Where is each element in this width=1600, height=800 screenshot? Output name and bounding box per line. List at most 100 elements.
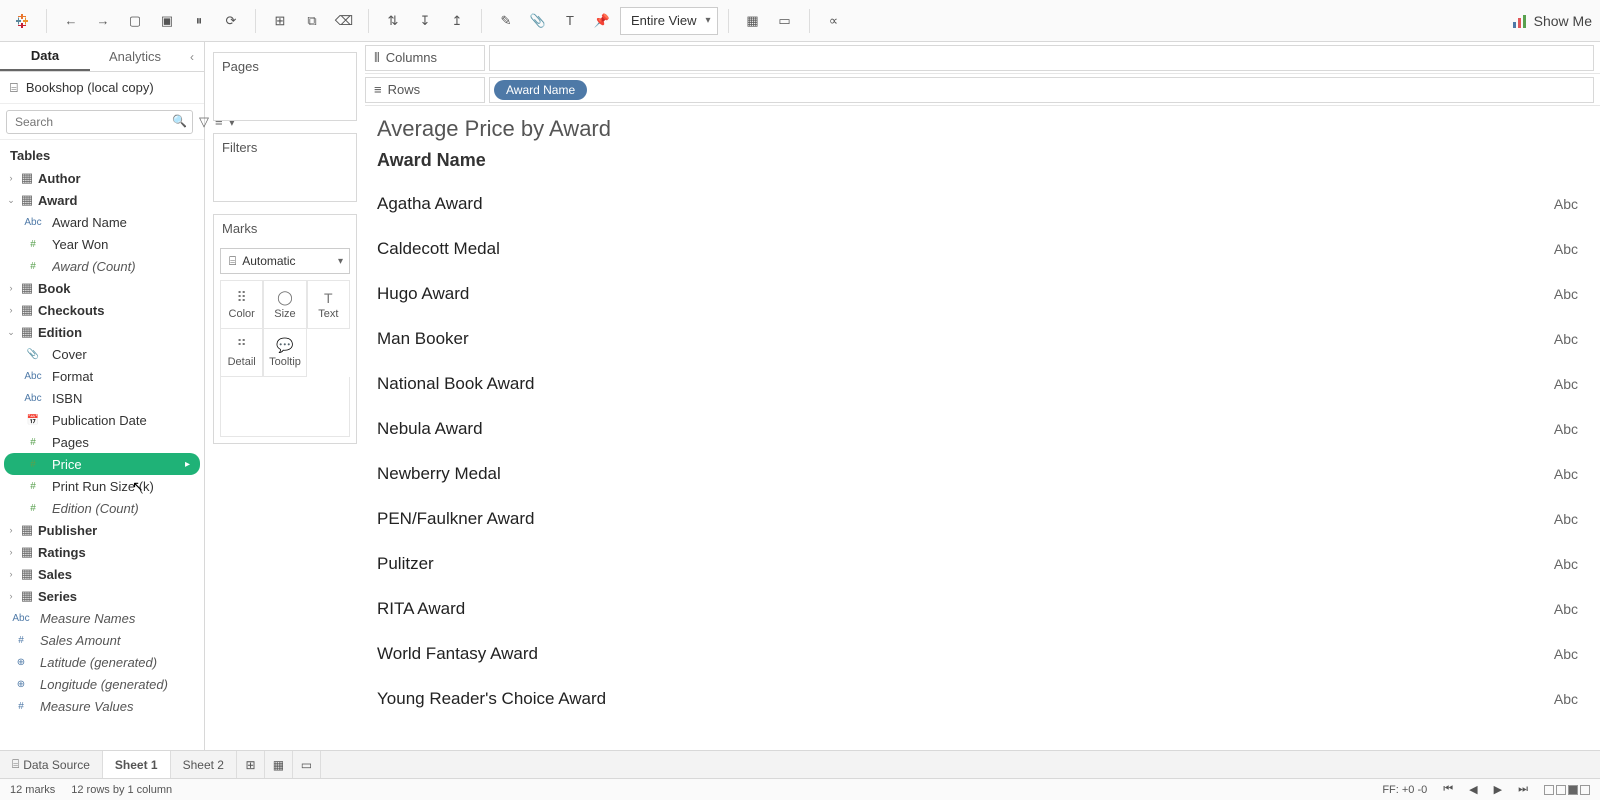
viz-row[interactable]: Nebula AwardAbc <box>377 406 1584 451</box>
refresh-button[interactable]: ⟳ <box>217 7 245 35</box>
clear-sheet-button[interactable]: ⌫ <box>330 7 358 35</box>
viz-row[interactable]: Newberry MedalAbc <box>377 451 1584 496</box>
view-mode-boxes[interactable] <box>1544 785 1590 795</box>
group-button[interactable]: 📎 <box>524 7 552 35</box>
tableau-logo[interactable] <box>8 7 36 35</box>
share-button[interactable]: ∝ <box>820 7 848 35</box>
table-publisher[interactable]: ›▦Publisher <box>0 519 204 541</box>
nav-prev-icon[interactable]: ◀ <box>1469 783 1477 796</box>
save-button[interactable]: ▢ <box>121 7 149 35</box>
back-button[interactable]: ← <box>57 7 85 35</box>
marks-detail[interactable]: ⠛Detail <box>220 329 263 377</box>
fit-mode-select[interactable]: Entire View <box>620 7 718 35</box>
table-author[interactable]: ›▦Author <box>0 167 204 189</box>
table-series[interactable]: ›▦Series <box>0 585 204 607</box>
swap-button[interactable]: ⇅ <box>379 7 407 35</box>
data-source-icon: ⌸ <box>12 757 19 772</box>
table-ratings[interactable]: ›▦Ratings <box>0 541 204 563</box>
viz-row[interactable]: PulitzerAbc <box>377 541 1584 586</box>
viz-row[interactable]: National Book AwardAbc <box>377 361 1584 406</box>
new-worksheet-tab[interactable]: ⊞ <box>237 751 265 778</box>
marks-size[interactable]: ◯Size <box>263 281 306 329</box>
marks-tooltip[interactable]: 💬Tooltip <box>263 329 306 377</box>
presentation-button[interactable]: ▭ <box>771 7 799 35</box>
status-dims: 12 rows by 1 column <box>71 784 172 796</box>
nav-first-icon[interactable]: ⏮ <box>1443 783 1453 796</box>
field-award-count-[interactable]: #Award (Count) <box>0 255 204 277</box>
pages-shelf[interactable]: Pages <box>213 52 357 121</box>
table-sales[interactable]: ›▦Sales <box>0 563 204 585</box>
viz-row[interactable]: RITA AwardAbc <box>377 586 1584 631</box>
columns-shelf[interactable] <box>489 45 1594 71</box>
pause-updates-button[interactable]: ⏸ <box>185 7 213 35</box>
viz-row[interactable]: Man BookerAbc <box>377 316 1584 361</box>
field-pages[interactable]: #Pages <box>0 431 204 453</box>
viz-row[interactable]: Agatha AwardAbc <box>377 181 1584 226</box>
sheet-tab-bar: ⌸ Data Source Sheet 1Sheet 2 ⊞ ▦ ▭ <box>0 750 1600 778</box>
search-input[interactable] <box>6 110 193 134</box>
data-source-tab[interactable]: ⌸ Data Source <box>0 751 103 778</box>
columns-icon: ⦀ <box>374 50 380 66</box>
sort-desc-button[interactable]: ↥ <box>443 7 471 35</box>
marks-color[interactable]: ⠿Color <box>220 281 263 329</box>
marks-drop-area[interactable] <box>220 377 350 437</box>
datasource-row[interactable]: ⌸ Bookshop (local copy) <box>0 72 204 104</box>
sheet-tab-2[interactable]: Sheet 2 <box>171 751 237 778</box>
table-checkouts[interactable]: ›▦Checkouts <box>0 299 204 321</box>
viz-column-header: Award Name <box>377 150 1584 171</box>
rows-shelf[interactable]: Award Name <box>489 77 1594 103</box>
shelves-column: Pages Filters Marks ⌸Automatic ⠿Color◯Si… <box>205 42 365 750</box>
pin-button[interactable]: 📌 <box>588 7 616 35</box>
field-year-won[interactable]: #Year Won <box>0 233 204 255</box>
viz-row[interactable]: PEN/Faulkner AwardAbc <box>377 496 1584 541</box>
table-award[interactable]: ⌄▦Award <box>0 189 204 211</box>
field-award-name[interactable]: AbcAward Name <box>0 211 204 233</box>
mark-type-select[interactable]: ⌸Automatic <box>220 248 350 274</box>
show-me-button[interactable]: Show Me <box>1512 13 1592 29</box>
viz-title[interactable]: Average Price by Award <box>377 116 1584 142</box>
marks-text[interactable]: TText <box>307 281 350 329</box>
field-longitude-generated-[interactable]: ⊕Longitude (generated) <box>0 673 204 695</box>
field-sales-amount[interactable]: #Sales Amount <box>0 629 204 651</box>
new-data-source-button[interactable]: ▣ <box>153 7 181 35</box>
sheet-tab-1[interactable]: Sheet 1 <box>103 751 171 778</box>
field-measure-names[interactable]: AbcMeasure Names <box>0 607 204 629</box>
new-story-tab[interactable]: ▭ <box>293 751 321 778</box>
datasource-icon: ⌸ <box>10 80 18 96</box>
sort-asc-button[interactable]: ↧ <box>411 7 439 35</box>
field-format[interactable]: AbcFormat <box>0 365 204 387</box>
viz-row[interactable]: World Fantasy AwardAbc <box>377 631 1584 676</box>
toolbar: ← → ▢ ▣ ⏸ ⟳ ⊞ ⧉ ⌫ ⇅ ↧ ↥ ✎ 📎 T 📌 Entire V… <box>0 0 1600 42</box>
viz-row[interactable]: Hugo AwardAbc <box>377 271 1584 316</box>
forward-button[interactable]: → <box>89 7 117 35</box>
tab-analytics[interactable]: Analytics <box>90 42 180 71</box>
text-button[interactable]: T <box>556 7 584 35</box>
marks-card: Marks ⌸Automatic ⠿Color◯SizeTText⠛Detail… <box>213 214 357 444</box>
field-edition-count-[interactable]: #Edition (Count) <box>0 497 204 519</box>
nav-next-icon[interactable]: ▶ <box>1494 783 1502 796</box>
nav-last-icon[interactable]: ⏭ <box>1518 783 1528 796</box>
new-worksheet-button[interactable]: ⊞ <box>266 7 294 35</box>
table-book[interactable]: ›▦Book <box>0 277 204 299</box>
new-dashboard-tab[interactable]: ▦ <box>265 751 293 778</box>
filters-shelf[interactable]: Filters <box>213 133 357 202</box>
highlight-button[interactable]: ✎ <box>492 7 520 35</box>
tables-heading: Tables <box>0 140 204 167</box>
duplicate-button[interactable]: ⧉ <box>298 7 326 35</box>
viz-row[interactable]: Young Reader's Choice AwardAbc <box>377 676 1584 721</box>
rows-pill-award-name[interactable]: Award Name <box>494 80 587 100</box>
tab-data[interactable]: Data <box>0 42 90 71</box>
field-price[interactable]: #Price <box>4 453 200 475</box>
table-edition[interactable]: ⌄▦Edition <box>0 321 204 343</box>
field-latitude-generated-[interactable]: ⊕Latitude (generated) <box>0 651 204 673</box>
field-print-run-size-k-[interactable]: #Print Run Size (k) <box>0 475 204 497</box>
columns-shelf-label: ⦀ Columns <box>365 45 485 71</box>
field-cover[interactable]: 📎Cover <box>0 343 204 365</box>
collapse-data-pane[interactable]: ‹ <box>180 42 204 71</box>
rows-icon: ≡ <box>374 82 382 97</box>
show-cards-button[interactable]: ▦ <box>739 7 767 35</box>
field-isbn[interactable]: AbcISBN <box>0 387 204 409</box>
field-measure-values[interactable]: #Measure Values <box>0 695 204 717</box>
viz-row[interactable]: Caldecott MedalAbc <box>377 226 1584 271</box>
field-publication-date[interactable]: 📅Publication Date <box>0 409 204 431</box>
